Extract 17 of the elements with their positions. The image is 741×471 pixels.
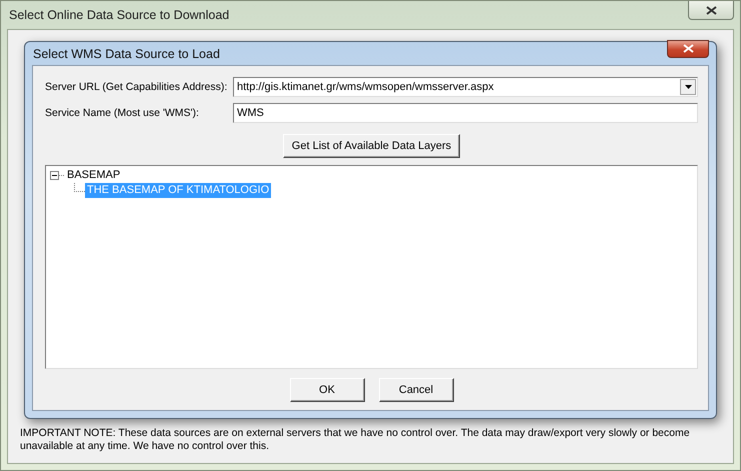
close-icon <box>682 44 694 53</box>
close-icon <box>706 6 716 14</box>
close-button[interactable] <box>688 1 734 20</box>
collapse-icon[interactable] <box>50 171 65 180</box>
ok-button[interactable]: OK <box>290 378 364 402</box>
field-label: Server URL (Get Capabilities Address): <box>45 81 228 93</box>
input-field[interactable]: WMS <box>233 103 698 123</box>
dropdown-arrow-icon <box>684 85 692 89</box>
cancel-button[interactable]: Cancel <box>378 378 454 402</box>
url-combobox[interactable]: http://gis.ktimanet.gr/wms/wmsopen/wmsserver.aspx <box>233 77 698 97</box>
dialog-title: Select WMS Data Source to Load <box>32 46 220 60</box>
close-button[interactable] <box>667 40 709 58</box>
field-label: Service Name (Most use 'WMS'): <box>45 107 200 119</box>
get-layers-button[interactable]: Get List of Available Data Layers <box>282 134 460 158</box>
important-note: IMPORTANT NOTE: These data sources are on external servers that we have no control over. The data may draw/export very slowly or become unavailable at any time. We have no control over this. <box>20 427 691 453</box>
window-title: Select Online Data Source to Download <box>9 8 230 22</box>
tree-item[interactable]: BASEMAP <box>65 168 122 183</box>
